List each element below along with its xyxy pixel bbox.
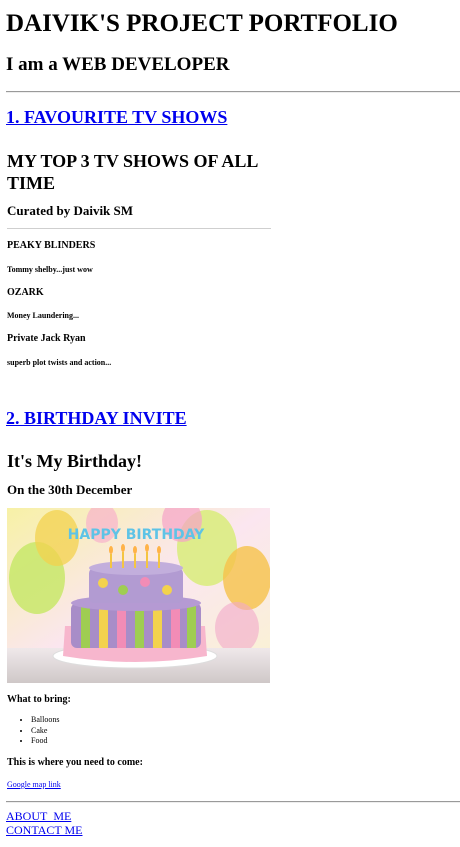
curated-by: Curated by Daivik SM xyxy=(7,203,134,218)
tv-shows-heading: MY TOP 3 TV SHOWS OF ALL TIME xyxy=(7,151,258,193)
divider xyxy=(6,91,460,93)
show-title: OZARK xyxy=(7,287,44,298)
cake-topper-text: HAPPY BIRTHDAY xyxy=(68,527,205,543)
show-title: PEAKY BLINDERS xyxy=(7,240,96,251)
list-item: Cake xyxy=(31,726,59,737)
contact-me-link[interactable]: CONTACT ME xyxy=(6,823,83,838)
bring-heading: What to bring: xyxy=(7,694,71,705)
tv-shows-link[interactable]: 1. FAVOURITE TV SHOWS xyxy=(6,107,227,128)
birthday-date: On the 30th December xyxy=(7,482,133,497)
birthday-cake-image: HAPPY BIRTHDAY xyxy=(7,508,270,683)
page-title: DAIVIK'S PROJECT PORTFOLIO xyxy=(6,10,398,37)
show-note: Tommy shelby...just wow xyxy=(7,265,93,274)
show-note: Money Laundering... xyxy=(7,311,80,320)
bring-list: Balloons Cake Food xyxy=(7,715,59,747)
show-note: superb plot twists and action... xyxy=(7,358,112,367)
tv-shows-frame: MY TOP 3 TV SHOWS OF ALL TIME xyxy=(7,150,272,194)
birthday-invite-link[interactable]: 2. BIRTHDAY INVITE xyxy=(6,408,187,429)
location-heading: This is where you need to come: xyxy=(7,757,143,768)
google-map-link[interactable]: Google map link xyxy=(7,780,61,789)
about-me-link[interactable]: ABOUT_ME xyxy=(6,809,71,824)
page: DAIVIK'S PROJECT PORTFOLIO I am a WEB DE… xyxy=(0,0,460,847)
birthday-heading: It's My Birthday! xyxy=(7,451,142,471)
divider xyxy=(6,801,460,803)
list-item: Food xyxy=(31,736,59,747)
tv-divider xyxy=(7,228,271,229)
page-subtitle: I am a WEB DEVELOPER xyxy=(6,54,230,75)
list-item: Balloons xyxy=(31,715,59,726)
show-title: Private Jack Ryan xyxy=(7,333,86,344)
